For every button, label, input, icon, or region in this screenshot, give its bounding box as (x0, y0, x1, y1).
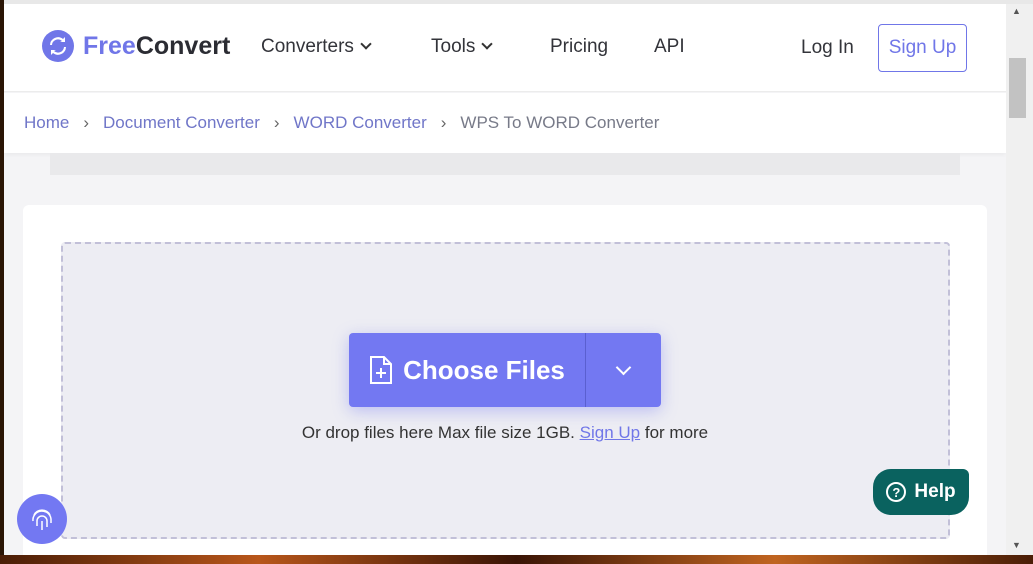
chevron-down-icon (481, 38, 494, 50)
breadcrumb-document-converter[interactable]: Document Converter (103, 113, 260, 133)
file-add-icon (370, 356, 393, 384)
logo-text: FreeConvert (83, 32, 230, 61)
drop-suffix: for more (644, 423, 709, 442)
signup-link[interactable]: Sign Up (580, 423, 640, 442)
drop-text: Or drop files here Max file size 1GB. (301, 423, 575, 442)
nav-converters[interactable]: Converters (261, 36, 372, 58)
fingerprint-button[interactable] (17, 494, 67, 544)
nav-pricing[interactable]: Pricing (550, 36, 608, 58)
chevron-right-icon: › (440, 113, 447, 132)
choose-files-button: Choose Files (349, 333, 661, 407)
breadcrumb-current: WPS To WORD Converter (460, 113, 660, 132)
scroll-up-icon[interactable]: ▲ (1012, 6, 1021, 16)
nav-label: Converters (261, 36, 354, 57)
question-icon: ? (886, 482, 907, 502)
login-link[interactable]: Log In (801, 37, 854, 59)
logo-convert: Convert (135, 31, 231, 60)
scrollbar[interactable]: ▲ ▼ (1006, 4, 1033, 555)
chevron-right-icon: › (273, 113, 280, 132)
nav-api[interactable]: API (654, 36, 685, 58)
site-header: FreeConvert Converters Tools Pricing API… (4, 4, 1006, 92)
breadcrumb-home[interactable]: Home (24, 113, 69, 133)
drop-hint: Or drop files here Max file size 1GB. Si… (4, 423, 1006, 443)
refresh-logo-icon (42, 30, 74, 62)
chevron-down-icon (360, 38, 372, 50)
chevron-right-icon: › (83, 113, 90, 132)
help-label: Help (914, 481, 956, 502)
browser-viewport: FreeConvert Converters Tools Pricing API… (4, 4, 1006, 555)
scroll-down-icon[interactable]: ▼ (1012, 540, 1021, 550)
breadcrumb: Home › Document Converter › WORD Converter… (4, 93, 1006, 153)
nav-label: Tools (431, 36, 476, 57)
ad-placeholder (50, 153, 960, 175)
help-button[interactable]: ? Help (873, 469, 969, 515)
choose-files-label: Choose Files (403, 354, 565, 385)
chevron-down-icon (615, 359, 632, 375)
desktop-background (0, 555, 1033, 564)
fingerprint-icon (32, 509, 52, 530)
logo-free: Free (83, 31, 136, 60)
logo[interactable]: FreeConvert (42, 30, 230, 62)
upload-source-dropdown[interactable] (586, 333, 661, 407)
choose-files-main[interactable]: Choose Files (349, 333, 586, 407)
breadcrumb-word-converter[interactable]: WORD Converter (294, 113, 427, 133)
scrollbar-thumb[interactable] (1009, 58, 1026, 118)
nav-tools[interactable]: Tools (431, 36, 494, 58)
signup-button[interactable]: Sign Up (878, 24, 967, 72)
